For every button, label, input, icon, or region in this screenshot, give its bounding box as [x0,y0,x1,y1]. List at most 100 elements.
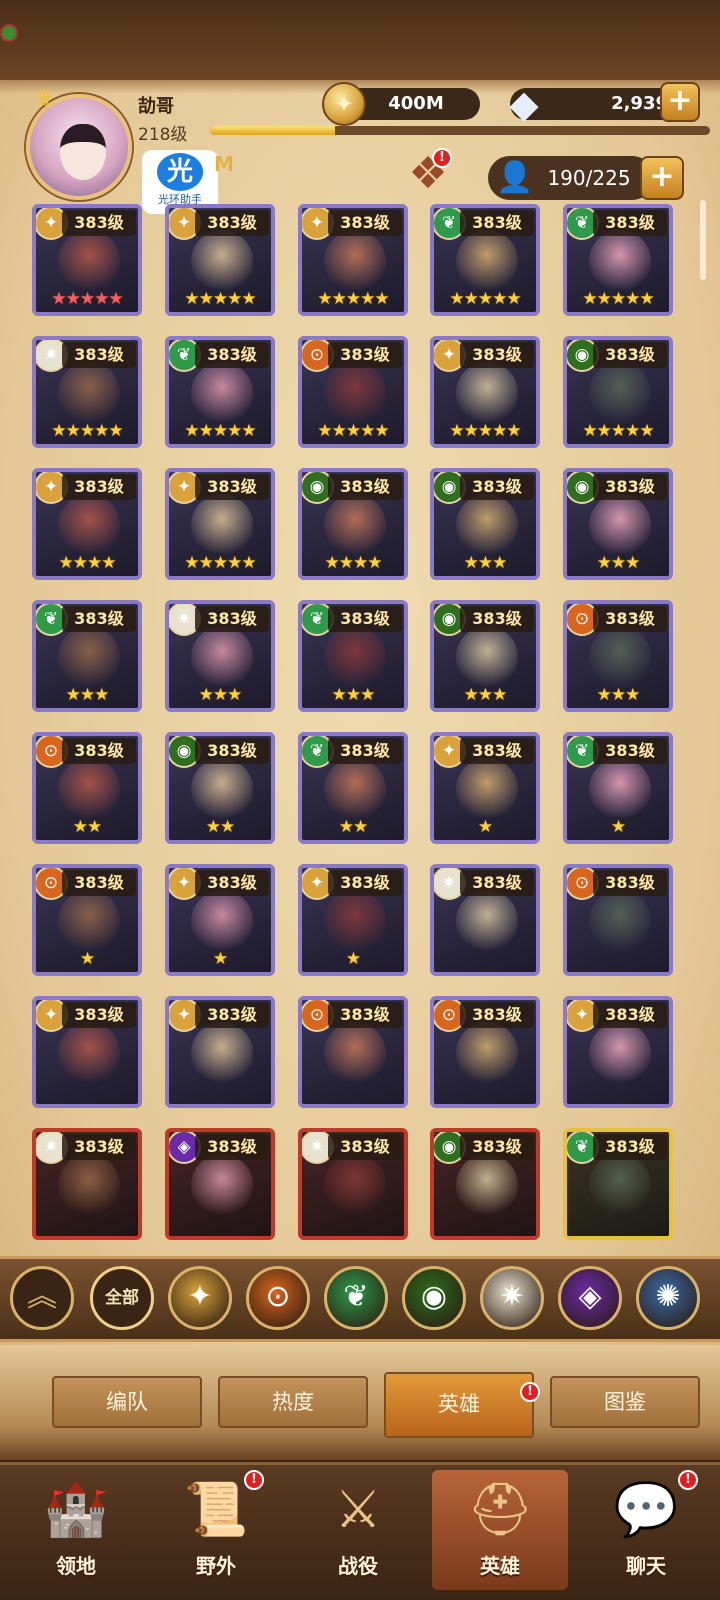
chevron-up-icon[interactable]: ︽ [10,1266,74,1330]
scrollbar[interactable] [700,200,706,280]
app-indicator-icon [0,24,18,42]
person-icon: 👤 [496,160,534,195]
hero-portrait [589,1022,651,1084]
hero-card[interactable]: ❦ 383级 ★ [563,732,673,844]
add-gems-button[interactable]: + [660,82,700,122]
filter-dimensional-icon[interactable]: ✺ [636,1266,700,1330]
hero-star-rating: ★★ [205,817,235,837]
nav-wilderness[interactable]: 📜 野外 [148,1470,284,1590]
hero-card[interactable]: ⊙ 383级 [430,996,540,1108]
filter-all-button[interactable]: 全部 [90,1266,154,1330]
hero-level: 383级 [593,1002,667,1028]
hero-card[interactable]: ✦ 383级 [32,996,142,1108]
hero-card[interactable]: ✦ 383级 ★ [298,864,408,976]
filter-celestial-icon[interactable]: ✷ [480,1266,544,1330]
hero-card[interactable]: ✦ 383级 ★★★★★ [298,204,408,316]
hero-card[interactable]: ✦ 383级 [165,996,275,1108]
hero-card[interactable]: ◉ 383级 ★★ [165,732,275,844]
hero-card[interactable]: ◈ 383级 [165,1128,275,1240]
filter-graveborn-icon[interactable]: ◉ [402,1266,466,1330]
filter-wilder-icon[interactable]: ❦ [324,1266,388,1330]
hero-portrait [191,1154,253,1216]
tab-popularity[interactable]: 热度 [218,1376,368,1428]
hero-portrait [191,626,253,688]
expand-capacity-button[interactable]: + [640,156,684,200]
hero-card[interactable]: ◉ 383级 ★★★★ [298,468,408,580]
hero-card[interactable]: ✷ 383级 [430,864,540,976]
hero-card[interactable]: ✦ 383级 ★ [430,732,540,844]
hero-level: 383级 [62,1002,136,1028]
player-avatar[interactable]: ♛ [20,88,138,206]
hero-card[interactable]: ✦ 383级 ★★★★★ [165,204,275,316]
hero-card[interactable]: ❦ 383级 ★★★★★ [165,336,275,448]
hero-portrait [589,626,651,688]
hero-portrait [456,494,518,556]
tab-formation[interactable]: 编队 [52,1376,202,1428]
resonating-crystal-button[interactable]: ❖ [390,146,466,202]
hero-card[interactable]: ⊙ 383级 ★★ [32,732,142,844]
filter-hypogean-icon[interactable]: ◈ [558,1266,622,1330]
hero-level: 383级 [593,1134,667,1160]
hero-portrait [324,1022,386,1084]
hero-card[interactable]: ❦ 383级 ★★ [298,732,408,844]
hero-portrait [456,362,518,424]
hero-portrait [456,1022,518,1084]
hero-star-rating: ★★★★★ [582,289,654,309]
hero-card[interactable]: ✷ 383级 [298,1128,408,1240]
nav-campaign[interactable]: ⚔ 战役 [290,1470,426,1590]
hero-portrait [324,1154,386,1216]
hero-card[interactable]: ◉ 383级 ★★★ [563,468,673,580]
hero-star-rating: ★ [79,949,95,969]
hero-star-rating: ★★ [72,817,102,837]
hero-star-rating: ★★★ [596,553,641,573]
hero-card[interactable]: ✷ 383级 ★★★ [165,600,275,712]
hero-card[interactable]: ✦ 383级 [563,996,673,1108]
xp-progress-bar [210,126,710,135]
hero-star-rating: ★★★ [463,685,508,705]
hero-portrait [589,890,651,952]
hero-card[interactable]: ❦ 383级 ★★★★★ [563,204,673,316]
hero-card[interactable]: ⊙ 383级 ★★★★★ [298,336,408,448]
nav-territory[interactable]: 🏰 领地 [8,1470,144,1590]
filter-lightbearer-icon[interactable]: ✦ [168,1266,232,1330]
hero-portrait [589,362,651,424]
hero-card[interactable]: ⊙ 383级 ★★★ [563,600,673,712]
hero-star-rating: ★★★ [65,685,110,705]
hero-level: 383级 [195,738,269,764]
filter-mauler-icon[interactable]: ⊙ [246,1266,310,1330]
tab-heroes[interactable]: 英雄 [384,1372,534,1438]
hero-card[interactable]: ✦ 383级 ★★★★ [32,468,142,580]
hero-card[interactable]: ❦ 383级 [563,1128,673,1240]
nav-heroes[interactable]: ⛑ 英雄 [432,1470,568,1590]
hero-card[interactable]: ✷ 383级 ★★★★★ [32,336,142,448]
nav-label: 英雄 [480,1554,520,1578]
hero-level: 383级 [328,342,402,368]
hero-card[interactable]: ✦ 383级 ★★★★★ [165,468,275,580]
hero-level: 383级 [328,738,402,764]
hero-card[interactable]: ⊙ 383级 ★ [32,864,142,976]
hero-level: 383级 [62,870,136,896]
xp-progress-fill [210,126,335,135]
hero-card[interactable]: ⊙ 383级 [563,864,673,976]
hero-portrait [324,890,386,952]
hero-card[interactable]: ❦ 383级 ★★★★★ [430,204,540,316]
hero-star-rating: ★★★★★ [317,421,389,441]
gold-value: 400M [388,93,444,114]
hero-card[interactable]: ◉ 383级 ★★★ [430,600,540,712]
hero-portrait [58,1022,120,1084]
hero-card[interactable]: ◉ 383级 [430,1128,540,1240]
hero-card[interactable]: ◉ 383级 ★★★ [430,468,540,580]
hero-card[interactable]: ⊙ 383级 [298,996,408,1108]
hero-card[interactable]: ✦ 383级 ★★★★★ [430,336,540,448]
hero-card[interactable]: ❦ 383级 ★★★ [32,600,142,712]
hero-card[interactable]: ◉ 383级 ★★★★★ [563,336,673,448]
helmet-icon: ⛑ [466,1480,533,1540]
hero-card[interactable]: ✦ 383级 ★★★★★ [32,204,142,316]
tab-codex[interactable]: 图鉴 [550,1376,700,1428]
hero-card[interactable]: ✦ 383级 ★ [165,864,275,976]
hero-card[interactable]: ✷ 383级 [32,1128,142,1240]
hero-level: 383级 [460,1002,534,1028]
sword-shield-icon: ⚔ [334,1480,382,1540]
hero-card[interactable]: ❦ 383级 ★★★ [298,600,408,712]
hero-level: 383级 [593,738,667,764]
